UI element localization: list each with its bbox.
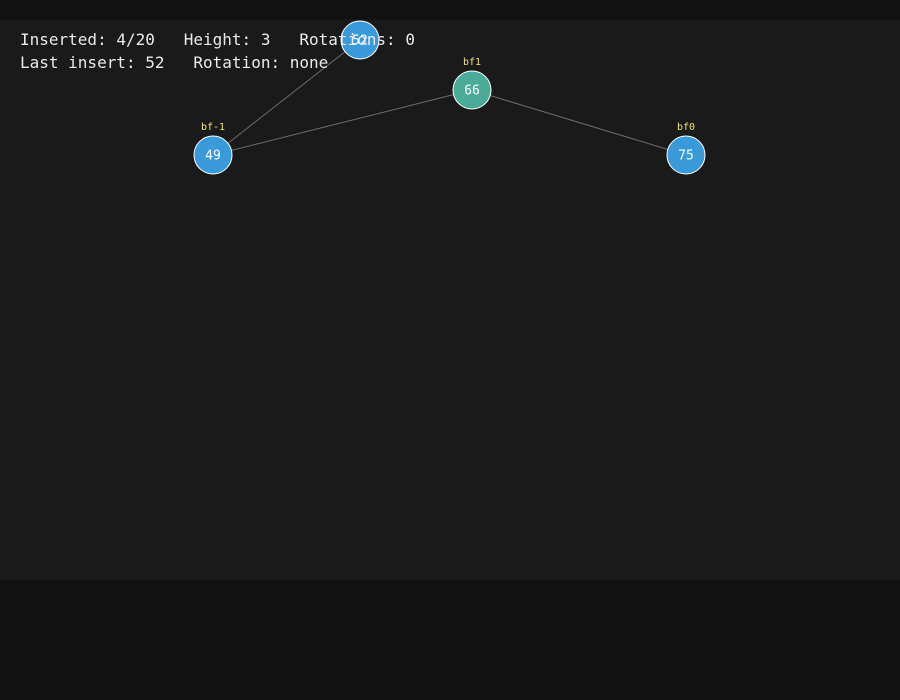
status-line-last-insert: Last insert: 52 Rotation: none [20, 53, 329, 72]
tree-node-75: bf0 75 [666, 122, 706, 175]
tree-canvas: 52bf166bf-149bf075 [193, 20, 706, 175]
tree-edge-n66-n75 [471, 89, 687, 156]
status-line-inserted-height-rotations: Inserted: 4/20 Height: 3 Rotations: 0 [20, 30, 415, 49]
tree-edge-n66-n49 [212, 89, 473, 156]
tree-node-66: bf1 66 [452, 57, 492, 110]
node-value: 49 [205, 149, 221, 164]
node-value: 75 [678, 149, 694, 164]
tree-node-49: bf-1 49 [193, 122, 233, 175]
balance-factor-label: bf-1 [201, 122, 225, 133]
node-value: 66 [464, 84, 480, 99]
balance-factor-label: bf1 [463, 57, 481, 68]
visualizer-stage: 52 bf1 66 bf-1 49 bf0 75 Inserted: 4/20 Height… [0, 0, 900, 700]
balance-factor-label: bf0 [677, 122, 695, 133]
